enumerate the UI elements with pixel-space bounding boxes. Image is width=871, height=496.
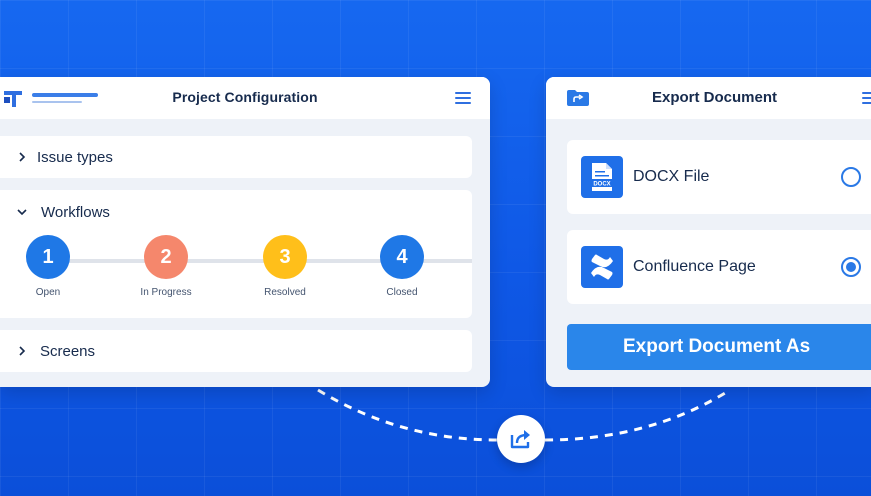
step-label: In Progress [140, 287, 192, 298]
export-option-docx[interactable]: DOCX DOCX File [567, 140, 871, 214]
step-number: 3 [263, 235, 307, 279]
radio-confluence[interactable] [841, 257, 861, 277]
share-export-button[interactable] [497, 415, 545, 463]
step-label: Open [35, 287, 61, 298]
hamburger-menu-icon[interactable] [862, 92, 871, 104]
screens-label: Screens [40, 343, 96, 360]
workflow-step-closed[interactable]: 4 Closed [380, 235, 424, 298]
hamburger-menu-icon[interactable] [455, 92, 471, 104]
page-title: Project Configuration [172, 89, 318, 105]
export-option-confluence[interactable]: Confluence Page [567, 230, 871, 304]
export-panel-title: Export Document [652, 89, 778, 106]
step-label: Closed [386, 287, 418, 298]
workflow-step-resolved[interactable]: 3 Resolved [263, 235, 307, 298]
workflow-step-in-progress[interactable]: 2 In Progress [140, 235, 192, 298]
chevron-right-icon [19, 346, 26, 356]
workflows-label: Workflows [41, 204, 110, 221]
screens-section[interactable]: Screens [0, 330, 472, 372]
chevron-right-icon [19, 152, 26, 162]
option-label: Confluence Page [633, 258, 756, 275]
option-label: DOCX File [633, 168, 710, 185]
step-label: Resolved [264, 287, 306, 298]
project-panel-header: Project Configuration [0, 77, 490, 119]
export-panel-header: Export Document [546, 77, 871, 119]
issue-types-label: Issue types [37, 149, 113, 166]
share-export-icon [510, 430, 530, 449]
radio-docx[interactable] [841, 167, 861, 187]
docx-badge: DOCX [593, 182, 610, 188]
export-folder-icon [567, 90, 589, 106]
export-document-panel: Export Document DOCX DOCX File Confluenc… [546, 77, 871, 387]
project-configuration-panel: Project Configuration Issue types Workfl… [0, 77, 490, 387]
docx-file-icon: DOCX [581, 156, 623, 198]
confluence-icon [581, 246, 623, 288]
workflow-step-open[interactable]: 1 Open [26, 235, 70, 298]
issue-types-section[interactable]: Issue types [0, 136, 472, 178]
workflows-section: Workflows 1 Open 2 In Progress 3 Resolve… [0, 190, 472, 318]
step-number: 2 [144, 235, 188, 279]
step-number: 4 [380, 235, 424, 279]
export-document-button[interactable]: Export Document As [567, 324, 871, 370]
step-number: 1 [26, 235, 70, 279]
chevron-down-icon[interactable] [17, 207, 27, 217]
